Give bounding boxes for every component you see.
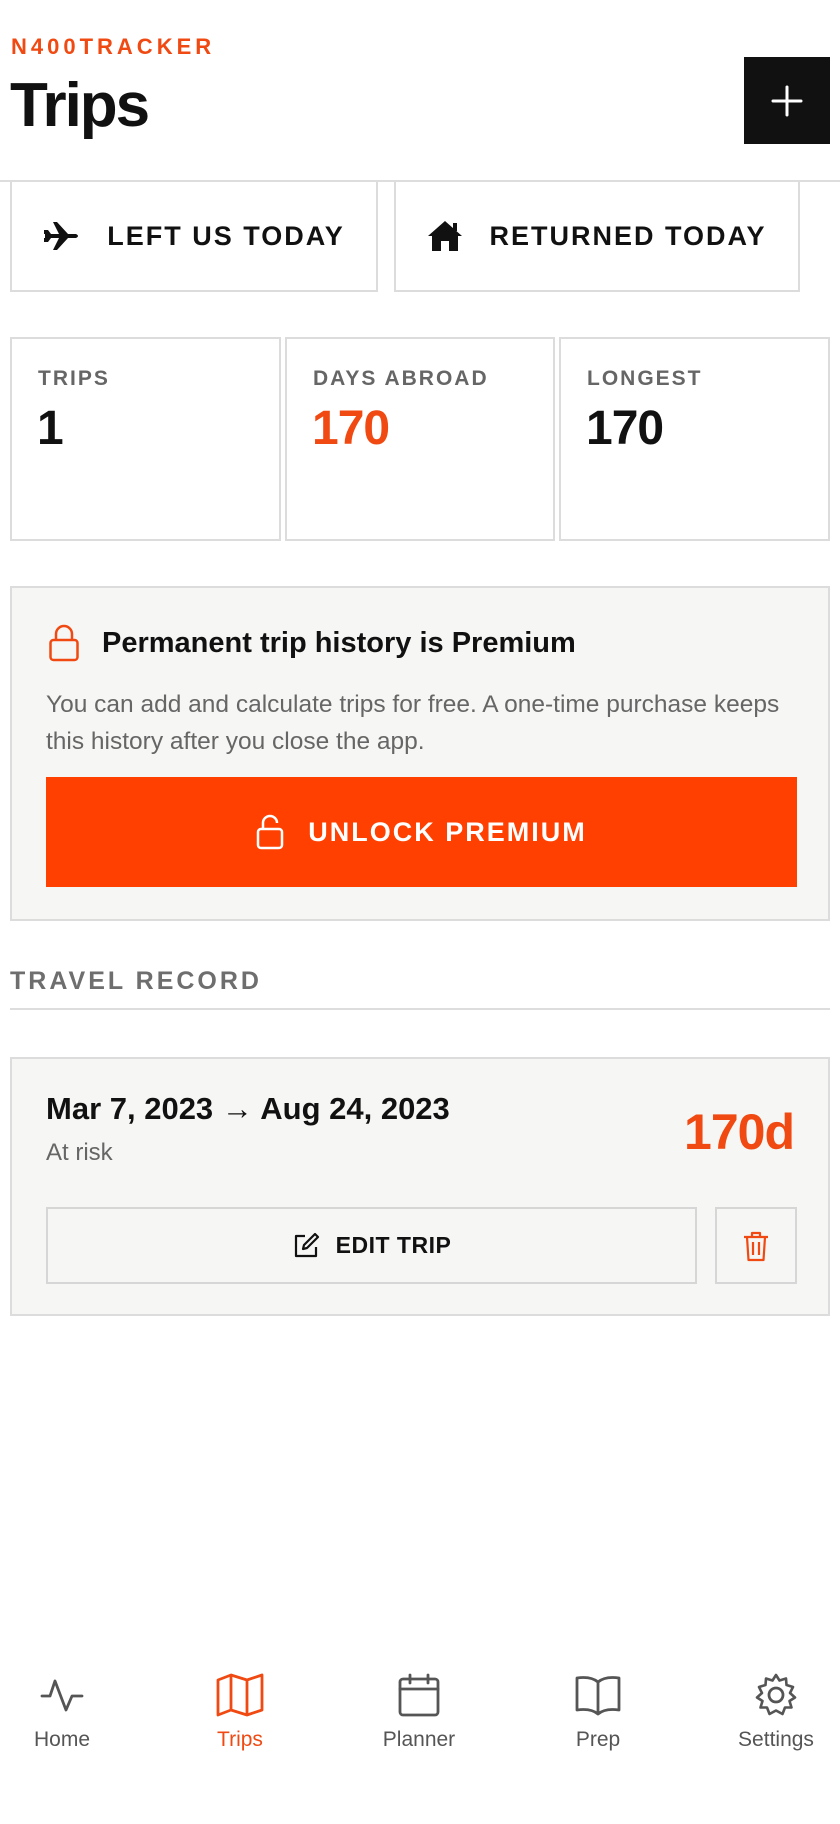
trip-status: At risk [46,1139,113,1166]
stat-label: DAYS ABROAD [313,367,489,390]
left-us-today-label: LEFT US TODAY [107,220,345,251]
stat-value: 170 [312,402,390,455]
stat-value: 170 [586,402,664,455]
app-root: N400TRACKER Trips LEFT US TODAY RETURNED… [0,0,840,1824]
unlock-premium-button[interactable]: UNLOCK PREMIUM [46,777,797,887]
brand-wordmark: N400TRACKER [11,34,216,59]
trip-days: 170d [684,1104,795,1160]
nav-home[interactable]: Home [0,1660,146,1770]
delete-trip-button[interactable] [715,1207,797,1284]
activity-icon [40,1679,84,1712]
bottom-nav: Home Trips Planner Prep Settings [0,1660,840,1824]
stat-longest: LONGEST 170 [559,337,830,541]
trip-card: Mar 7, 2023 → Aug 24, 2023 At risk 170d … [10,1057,830,1316]
page-title: Trips [10,71,150,140]
calendar-icon [398,1673,440,1717]
returned-today-button[interactable]: RETURNED TODAY [394,182,800,292]
stat-label: TRIPS [38,367,110,390]
nav-label: Home [33,1728,91,1751]
nav-label: Planner [382,1728,456,1751]
edit-trip-label: EDIT TRIP [335,1232,452,1258]
stat-label: LONGEST [587,367,703,390]
lock-icon [49,624,79,662]
house-icon [428,221,463,251]
premium-heading: Permanent trip history is Premium [48,624,576,662]
section-divider [10,1008,830,1010]
edit-icon [294,1232,319,1257]
stat-value: 1 [37,402,64,455]
left-us-today-button[interactable]: LEFT US TODAY [10,182,378,292]
trip-dates: Mar 7, 2023 → Aug 24, 2023 [46,1091,450,1126]
nav-trips[interactable]: Trips [156,1660,324,1770]
stat-trips: TRIPS 1 [10,337,281,541]
nav-settings[interactable]: Settings [692,1660,840,1770]
premium-card: Permanent trip history is Premium You ca… [10,586,830,921]
nav-label: Settings [738,1728,814,1751]
nav-prep[interactable]: Prep [514,1660,682,1770]
book-icon [575,1676,621,1716]
travel-record-heading: TRAVEL RECORD [10,967,262,995]
airplane-icon [44,222,79,250]
gear-icon [755,1673,797,1716]
header: N400TRACKER Trips [0,0,840,182]
add-trip-button[interactable] [744,57,830,144]
unlock-icon [257,814,284,850]
nav-planner[interactable]: Planner [335,1660,503,1770]
trash-icon [744,1231,768,1261]
returned-today-label: RETURNED TODAY [489,220,767,251]
edit-trip-button[interactable]: EDIT TRIP [46,1207,697,1284]
plus-icon [771,85,803,116]
premium-description: You can add and calculate trips for free… [46,691,780,755]
map-icon [216,1673,264,1717]
nav-label: Prep [575,1728,621,1751]
unlock-premium-label: UNLOCK PREMIUM [308,816,587,847]
premium-title: Permanent trip history is Premium [102,626,576,659]
nav-label: Trips [217,1728,263,1751]
stat-days-abroad: DAYS ABROAD 170 [285,337,555,541]
